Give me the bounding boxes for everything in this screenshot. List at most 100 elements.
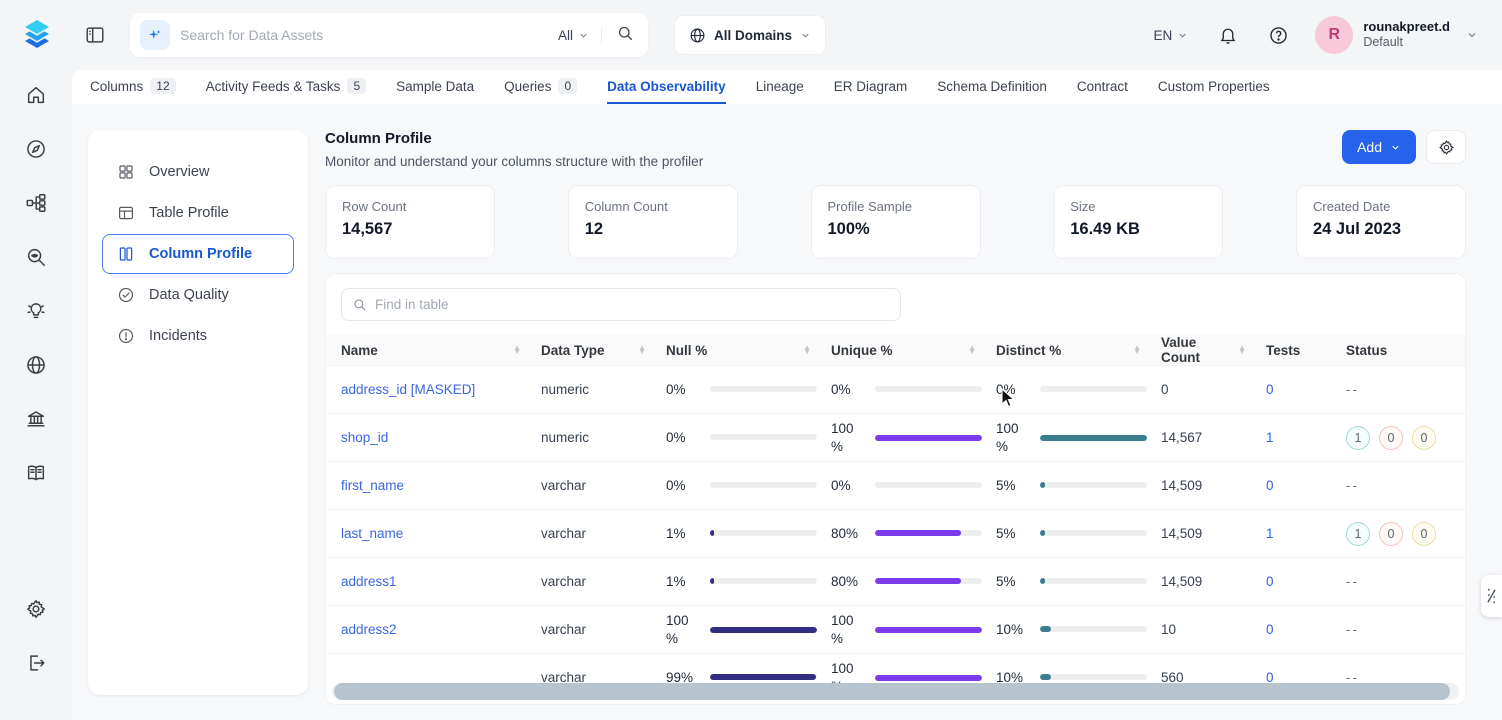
- progress-bar: [875, 578, 982, 584]
- glossary-book-icon[interactable]: [23, 460, 49, 486]
- metric-cell: 80%: [831, 573, 996, 591]
- column-header-distinct[interactable]: Distinct %▲▼: [996, 343, 1161, 358]
- lineage-flow-icon[interactable]: [23, 190, 49, 216]
- home-icon[interactable]: [23, 82, 49, 108]
- progress-bar: [710, 578, 817, 584]
- find-in-table-input[interactable]: [375, 297, 890, 312]
- tab-schema-definition[interactable]: Schema Definition: [937, 70, 1047, 104]
- column-name-link[interactable]: last_name: [341, 526, 403, 541]
- tab-lineage[interactable]: Lineage: [756, 70, 804, 104]
- tests-link[interactable]: 0: [1266, 622, 1274, 637]
- progress-bar: [1040, 530, 1147, 536]
- status-badge-success: 1: [1346, 522, 1370, 546]
- column-header-unique[interactable]: Unique %▲▼: [831, 343, 996, 358]
- column-header-null[interactable]: Null %▲▼: [666, 343, 831, 358]
- progress-bar: [710, 434, 817, 440]
- status-cell: --: [1346, 382, 1461, 397]
- entity-tabbar: Columns 12 Activity Feeds & Tasks 5 Samp…: [72, 70, 1502, 104]
- observability-search-icon[interactable]: [23, 244, 49, 270]
- sidebar-item-data-quality[interactable]: Data Quality: [102, 275, 294, 315]
- sidebar-item-column-profile[interactable]: Column Profile: [102, 234, 294, 274]
- sidebar-item-incidents[interactable]: Incidents: [102, 316, 294, 356]
- sidebar-item-overview[interactable]: Overview: [102, 152, 294, 192]
- tab-count-badge: 0: [558, 78, 577, 94]
- column-header-name[interactable]: Name▲▼: [341, 343, 541, 358]
- search-input[interactable]: [180, 27, 558, 43]
- notifications-bell-icon[interactable]: [1218, 25, 1238, 45]
- status-cell: --: [1346, 478, 1461, 493]
- data-type-cell: varchar: [541, 526, 666, 541]
- search-scope-dropdown[interactable]: All: [558, 28, 602, 43]
- explore-compass-icon[interactable]: [23, 136, 49, 162]
- column-header-status[interactable]: Status: [1346, 343, 1461, 358]
- tab-er-diagram[interactable]: ER Diagram: [834, 70, 908, 104]
- ai-sparkle-icon[interactable]: [140, 20, 170, 50]
- profiler-settings-button[interactable]: [1426, 130, 1466, 164]
- progress-bar: [875, 530, 982, 536]
- tests-link[interactable]: 1: [1266, 430, 1274, 445]
- app-logo-icon[interactable]: [18, 16, 56, 54]
- tests-link[interactable]: 0: [1266, 478, 1274, 493]
- chevron-down-icon: [1177, 30, 1188, 41]
- tab-columns[interactable]: Columns 12: [90, 70, 176, 104]
- data-type-cell: varchar: [541, 622, 666, 637]
- language-dropdown[interactable]: EN: [1154, 28, 1189, 43]
- settings-gear-icon[interactable]: [23, 596, 49, 622]
- tab-sample-data[interactable]: Sample Data: [396, 70, 474, 104]
- value-count-cell: 10: [1161, 622, 1266, 637]
- alert-circle-icon: [117, 327, 135, 345]
- tab-queries[interactable]: Queries 0: [504, 70, 577, 104]
- user-menu[interactable]: R rounakpreet.d Default: [1315, 16, 1478, 54]
- column-name-link[interactable]: shop_id: [341, 430, 388, 445]
- column-name-link[interactable]: address_id [MASKED]: [341, 382, 475, 397]
- column-header-tests[interactable]: Tests: [1266, 343, 1346, 358]
- data-type-cell: numeric: [541, 382, 666, 397]
- tab-custom-properties[interactable]: Custom Properties: [1158, 70, 1270, 104]
- tab-activity-feeds-tasks[interactable]: Activity Feeds & Tasks 5: [206, 70, 366, 104]
- domains-globe-icon[interactable]: [23, 352, 49, 378]
- tests-link[interactable]: 0: [1266, 574, 1274, 589]
- progress-bar: [1040, 386, 1147, 392]
- search-icon[interactable]: [616, 24, 634, 47]
- progress-bar: [875, 386, 982, 392]
- stat-card-profile-sample: Profile Sample 100%: [811, 185, 981, 259]
- tests-link[interactable]: 0: [1266, 382, 1274, 397]
- sidebar-collapse-icon[interactable]: [84, 24, 106, 46]
- column-header-value-count[interactable]: Value Count▲▼: [1161, 335, 1266, 365]
- column-name-link[interactable]: address2: [341, 622, 397, 637]
- tab-contract[interactable]: Contract: [1077, 70, 1128, 104]
- user-team: Default: [1363, 35, 1450, 51]
- value-count-cell: 14,567: [1161, 430, 1266, 445]
- column-header-data-type[interactable]: Data Type▲▼: [541, 343, 666, 358]
- sidebar-item-table-profile[interactable]: Table Profile: [102, 193, 294, 233]
- progress-bar: [710, 386, 817, 392]
- column-name-link[interactable]: first_name: [341, 478, 404, 493]
- table-icon: [117, 204, 135, 222]
- sort-icon: ▲▼: [513, 346, 521, 355]
- column-name-link[interactable]: address1: [341, 574, 397, 589]
- panel-resize-handle[interactable]: [1481, 575, 1502, 617]
- grid-icon: [117, 163, 135, 181]
- help-icon[interactable]: [1268, 25, 1289, 46]
- progress-bar: [1040, 674, 1147, 680]
- tests-link[interactable]: 1: [1266, 526, 1274, 541]
- logout-icon[interactable]: [23, 650, 49, 676]
- table-row: shop_id numeric 0% 100 % 100 % 14,567 1 …: [326, 413, 1465, 461]
- tab-data-observability[interactable]: Data Observability: [607, 70, 726, 104]
- domains-dropdown[interactable]: All Domains: [674, 15, 826, 55]
- status-empty: --: [1346, 478, 1359, 493]
- status-empty: --: [1346, 622, 1359, 637]
- metric-cell: 0%: [666, 381, 831, 399]
- governance-bank-icon[interactable]: [23, 406, 49, 432]
- table-search: [341, 288, 901, 321]
- globe-icon: [689, 27, 706, 44]
- column-profile-table: Name▲▼ Data Type▲▼ Null %▲▼ Unique %▲▼ D…: [325, 273, 1466, 705]
- value-count-cell: 14,509: [1161, 574, 1266, 589]
- status-badge-aborted: 0: [1379, 522, 1403, 546]
- main-area: Overview Table Profile Column Profile Da…: [72, 104, 1502, 720]
- add-button[interactable]: Add: [1342, 130, 1416, 164]
- left-icon-rail: [0, 70, 72, 720]
- insights-bulb-icon[interactable]: [23, 298, 49, 324]
- value-count-cell: 14,509: [1161, 478, 1266, 493]
- horizontal-scrollbar[interactable]: [332, 683, 1459, 700]
